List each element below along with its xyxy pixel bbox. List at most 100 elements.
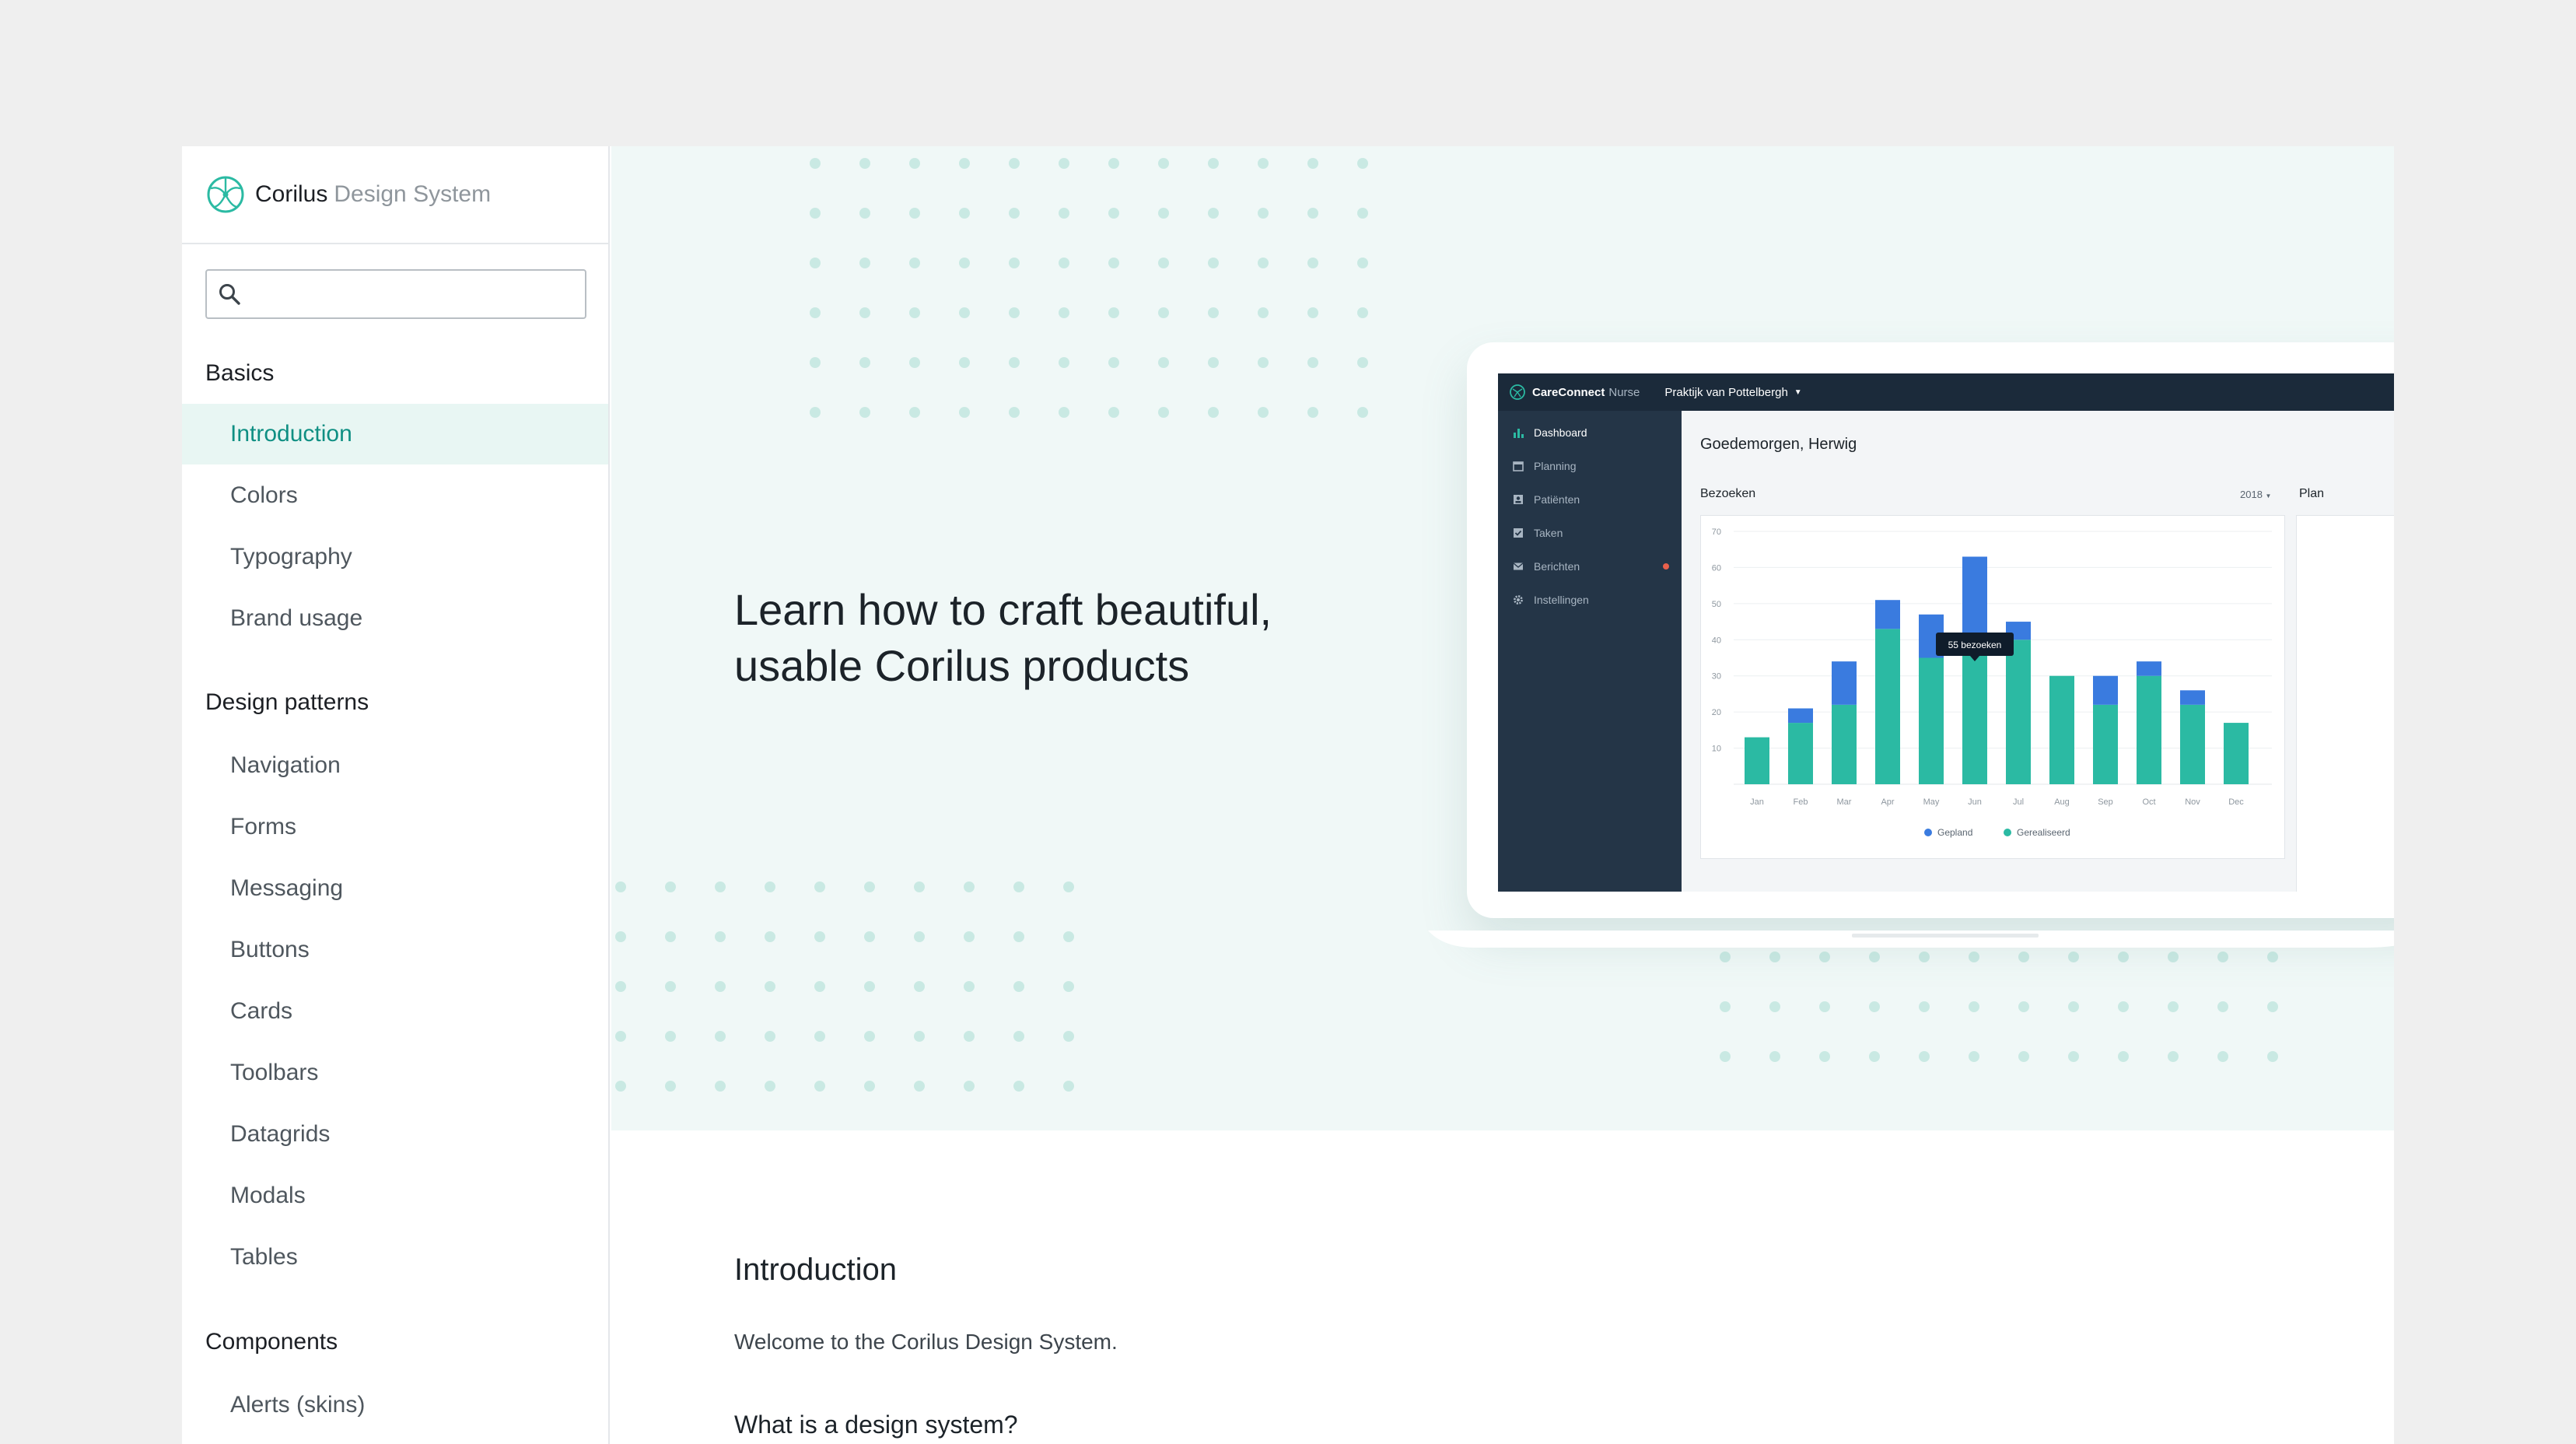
bar-gerealiseerd[interactable] <box>1832 704 1857 784</box>
app-nav-settings[interactable]: Instellingen <box>1498 583 1682 616</box>
x-tick-label: Oct <box>2142 797 2155 807</box>
search-icon <box>219 284 240 305</box>
bar-gepland[interactable] <box>2137 661 2161 676</box>
bar-gerealiseerd[interactable] <box>2224 723 2249 784</box>
decorative-dot <box>765 881 775 892</box>
sidebar-item-buttons[interactable]: Buttons <box>182 920 608 980</box>
decorative-dot <box>964 931 975 942</box>
bar-gerealiseerd[interactable] <box>2006 640 2031 784</box>
brand-header[interactable]: Corilus Design System <box>182 146 608 244</box>
bar-gepland[interactable] <box>1788 708 1813 724</box>
decorative-dot <box>1819 1051 1830 1062</box>
sidebar-item-alerts-skins[interactable]: Alerts (skins) <box>182 1375 608 1435</box>
decorative-dot <box>2118 1051 2129 1062</box>
bar-gerealiseerd[interactable] <box>2093 704 2118 784</box>
search-input[interactable] <box>247 272 585 317</box>
decorative-dot <box>1059 258 1069 268</box>
gear-icon <box>1512 594 1524 606</box>
decorative-dot <box>1158 208 1169 219</box>
app-nav-patients[interactable]: Patiënten <box>1498 482 1682 516</box>
decorative-dot <box>1009 258 1020 268</box>
tooltip-label: 55 bezoeken <box>1948 640 2002 650</box>
bar-gerealiseerd[interactable] <box>1919 657 1944 785</box>
decorative-dot <box>1108 407 1119 418</box>
decorative-dot <box>765 981 775 992</box>
decorative-dot <box>814 881 825 892</box>
search-box[interactable] <box>205 269 586 319</box>
decorative-dot <box>1258 158 1269 169</box>
sidebar-item-modals[interactable]: Modals <box>182 1165 608 1226</box>
sidebar-item-introduction[interactable]: Introduction <box>182 404 608 464</box>
bar-gepland[interactable] <box>1962 556 1987 640</box>
decorative-dot <box>2018 1001 2029 1012</box>
app-nav-planning[interactable]: Planning <box>1498 449 1682 482</box>
decorative-dot <box>1009 158 1020 169</box>
bar-gepland[interactable] <box>2093 675 2118 705</box>
bar-gerealiseerd[interactable] <box>1962 640 1987 784</box>
legend-marker <box>1924 829 1932 836</box>
decorative-dot <box>1013 881 1024 892</box>
sidebar-item-navigation[interactable]: Navigation <box>182 735 608 796</box>
bar-gerealiseerd[interactable] <box>1745 737 1769 784</box>
decorative-dot <box>909 307 920 318</box>
decorative-dot <box>1357 357 1368 368</box>
y-tick-label: 70 <box>1712 527 1721 537</box>
decorative-dot <box>1720 1051 1731 1062</box>
decorative-dot <box>1009 307 1020 318</box>
sidebar-item-toolbars[interactable]: Toolbars <box>182 1043 608 1103</box>
decorative-dot <box>1059 208 1069 219</box>
x-tick-label: Sep <box>2098 797 2113 807</box>
bar-gerealiseerd[interactable] <box>1875 629 1900 784</box>
sidebar-item-datagrids[interactable]: Datagrids <box>182 1104 608 1165</box>
decorative-dot <box>765 931 775 942</box>
hero-heading: Learn how to craft beautiful, usable Cor… <box>734 585 1272 690</box>
decorative-dot <box>2168 1051 2179 1062</box>
year-select[interactable]: 2018 ▼ <box>2240 489 2271 500</box>
bar-gerealiseerd[interactable] <box>2180 704 2205 784</box>
decorative-dot <box>1208 208 1219 219</box>
decorative-dot <box>1307 307 1318 318</box>
decorative-dot <box>1357 307 1368 318</box>
app-edition: Nurse <box>1608 385 1640 399</box>
bar-gerealiseerd[interactable] <box>1788 723 1813 784</box>
sidebar-item-colors[interactable]: Colors <box>182 465 608 526</box>
decorative-dot <box>909 357 920 368</box>
app-frame: Corilus Design System Basics Introductio… <box>182 146 2394 1444</box>
decorative-dot <box>959 407 970 418</box>
x-tick-label: May <box>1923 797 1940 807</box>
design-system-subheading: What is a design system? <box>734 1411 1018 1439</box>
app-nav-dashboard[interactable]: Dashboard <box>1498 415 1682 449</box>
decorative-dot <box>1059 357 1069 368</box>
y-tick-label: 20 <box>1712 708 1721 717</box>
sidebar-item-cards[interactable]: Cards <box>182 981 608 1042</box>
sidebar-item-typography[interactable]: Typography <box>182 527 608 587</box>
bar-gepland[interactable] <box>1875 600 1900 629</box>
decorative-dot <box>2118 1001 2129 1012</box>
decorative-dot <box>665 931 676 942</box>
sidebar-item-messaging[interactable]: Messaging <box>182 858 608 919</box>
x-tick-label: Mar <box>1837 797 1852 807</box>
sidebar-item-brand-usage[interactable]: Brand usage <box>182 588 608 649</box>
app-nav-messages[interactable]: Berichten <box>1498 549 1682 583</box>
decorative-dot <box>615 981 626 992</box>
bar-gerealiseerd[interactable] <box>2137 675 2161 784</box>
sidebar-item-tables[interactable]: Tables <box>182 1227 608 1288</box>
bar-gerealiseerd[interactable] <box>2049 675 2074 784</box>
decorative-dot <box>1108 357 1119 368</box>
x-tick-label: Aug <box>2054 797 2070 807</box>
app-nav-tasks[interactable]: Taken <box>1498 516 1682 549</box>
decorative-dot <box>964 981 975 992</box>
sidebar-item-forms[interactable]: Forms <box>182 797 608 857</box>
careconnect-logo-icon <box>1510 384 1525 400</box>
decorative-dot <box>914 981 925 992</box>
decorative-dot <box>859 307 870 318</box>
decorative-dot <box>1258 357 1269 368</box>
decorative-dot <box>1063 981 1074 992</box>
bar-gepland[interactable] <box>2180 690 2205 705</box>
decorative-dot <box>1819 1001 1830 1012</box>
practice-selector[interactable]: Praktijk van Pottelbergh <box>1664 386 1787 399</box>
chevron-down-icon: ▼ <box>1794 387 1802 397</box>
bar-gepland[interactable] <box>1832 661 1857 705</box>
decorative-dot <box>859 208 870 219</box>
decorative-dot <box>765 1031 775 1042</box>
